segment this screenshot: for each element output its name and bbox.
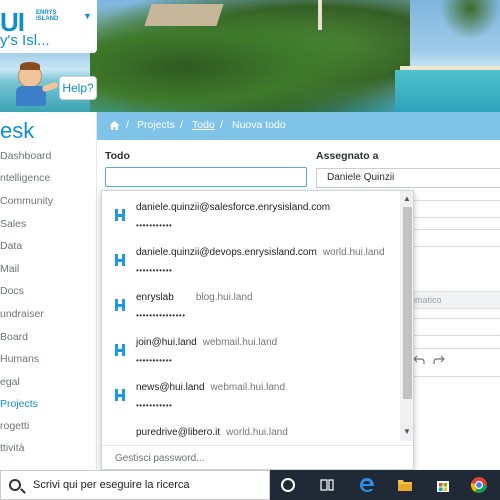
autofill-password: ••••••••••• [136,356,173,365]
autofill-site: webmail.hui.land [202,337,278,348]
sidebar-title: esk [0,118,35,143]
home-icon[interactable] [109,120,120,131]
workspace-name: y's Isl... [0,32,50,49]
chevron-down-icon[interactable]: ▼ [83,11,92,21]
taskbar: Scrivi qui per eseguire la ricerca [0,470,500,500]
site-logo-icon [115,254,125,266]
todo-input[interactable] [105,167,307,187]
autofill-username: join@hui.land [136,337,197,348]
autofill-item[interactable]: puredrive@libero.it world.hui.land [102,416,400,441]
autofill-site: blog.hui.land [195,292,253,303]
sidebar-item-dashboard[interactable]: Dashboard [0,150,51,162]
jungle-image [90,0,410,112]
store-icon[interactable] [434,476,452,494]
sidebar-item-projects[interactable]: Projects [0,398,38,410]
taskbar-search-placeholder: Scrivi qui per eseguire la ricerca [33,479,190,491]
sidebar-item-data[interactable]: Data [0,240,22,252]
scroll-up-icon[interactable]: ▲ [403,194,411,203]
site-logo-icon [115,299,125,311]
autofill-item[interactable]: news@hui.land webmail.hui.land ••••••••••… [102,371,400,416]
sidebar-item-community[interactable]: Community [0,195,53,207]
sidebar-item-progetti[interactable]: rogetti [0,420,29,432]
autofill-list: daniele.quinzii@salesforce.enrysisland.c… [102,191,400,441]
assignee-label: Assegnato a [316,150,379,162]
autofill-item[interactable]: enryslab blog.hui.land ••••••••••••••• [102,281,400,326]
breadcrumb-separator: / [220,119,223,131]
sea-image [395,70,500,112]
hut-roof-image [144,4,224,26]
password-autofill-dropdown: daniele.quinzii@salesforce.enrysisland.c… [101,190,414,470]
autofill-password: ••••••••••• [136,401,173,410]
edge-icon[interactable] [358,476,376,494]
breadcrumb-projects[interactable]: Projects [137,119,175,131]
cortana-icon[interactable] [281,478,295,492]
task-view-icon[interactable] [318,476,336,494]
sidebar-item-intelligence[interactable]: ntelligence [0,172,50,184]
autofill-username: daniele.quinzii@devops.enrysisland.com [136,247,317,258]
app-window: UI ENRYS ISLAND ▼ y's Isl... Help? esk D… [0,0,500,500]
scroll-down-icon[interactable]: ▼ [403,427,411,436]
autofill-site: world.hui.land [226,427,288,438]
sidebar-item-legal[interactable]: egal [0,376,20,388]
autofill-item[interactable]: daniele.quinzii@devops.enrysisland.com wo… [102,236,400,281]
autofill-username: news@hui.land [136,382,205,393]
sidebar: esk Dashboard ntelligence Community Sale… [0,112,97,470]
autofill-site: world.hui.land [322,247,385,258]
site-logo-icon [115,389,125,401]
undo-icon[interactable] [413,355,425,365]
logo-card[interactable]: UI ENRYS ISLAND ▼ y's Isl... [0,0,97,53]
sidebar-item-board[interactable]: Board [0,331,28,343]
site-logo-icon [115,344,125,356]
autofill-site: webmail.hui.land [210,382,286,393]
chrome-icon[interactable] [470,476,488,494]
todo-label: Todo [105,150,130,162]
breadcrumb-separator: / [180,119,183,131]
breadcrumb-todo[interactable]: Todo [192,119,215,131]
help-button[interactable]: Help? [59,76,97,100]
breadcrumb-separator: / [126,119,129,131]
redo-icon[interactable] [433,355,445,365]
palm-image [440,0,500,40]
autofill-password: ••••••••••••••• [136,311,186,320]
dropdown-scrollbar[interactable]: ▲ ▼ [400,191,413,441]
autofill-item[interactable]: daniele.quinzii@salesforce.enrysisland.c… [102,191,400,236]
sidebar-item-docs[interactable]: Docs [0,285,24,297]
breadcrumb-current: Nuova todo [232,119,286,131]
autofill-username: daniele.quinzii@salesforce.enrysisland.c… [136,202,331,213]
search-icon [9,479,21,491]
sidebar-item-attivita[interactable]: ttività [0,442,25,454]
file-explorer-icon[interactable] [396,476,414,494]
autofill-password: ••••••••••• [136,266,173,275]
sidebar-item-sales[interactable]: Sales [0,218,26,230]
assignee-select[interactable]: Daniele Quinzii [316,168,500,188]
taskbar-search[interactable]: Scrivi qui per eseguire la ricerca [0,470,270,500]
site-logo-icon [115,209,125,221]
mascot-image[interactable] [8,62,64,108]
autofill-username: puredrive@libero.it [136,427,221,438]
logo-brand: ENRYS ISLAND [36,10,59,22]
sidebar-item-mail[interactable]: Mail [0,263,19,275]
breadcrumb: / Projects / Todo / Nuova todo [97,112,500,140]
sidebar-item-fundraiser[interactable]: undraiser [0,308,44,320]
autofill-password: ••••••••••• [136,221,173,230]
autofill-item[interactable]: join@hui.land webmail.hui.land ••••••••••… [102,326,400,371]
autofill-username: enryslab [136,292,174,303]
sidebar-item-humans[interactable]: Humans [0,353,39,365]
palm-trunk-image [318,0,322,30]
manage-passwords-link[interactable]: Gestisci password... [102,445,413,469]
scrollbar-thumb[interactable] [403,207,412,399]
